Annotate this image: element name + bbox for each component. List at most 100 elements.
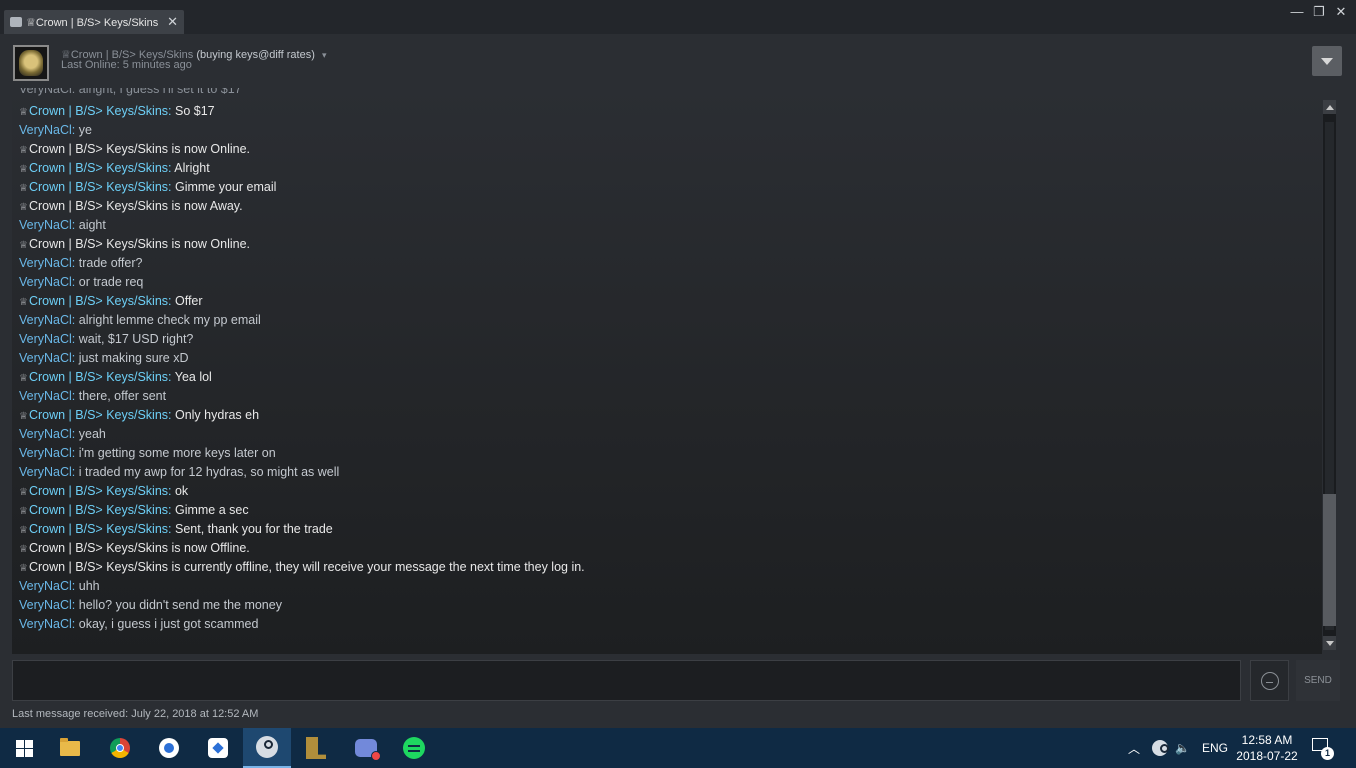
- emoticon-button[interactable]: [1250, 660, 1289, 701]
- chat-message: VeryNaCl: ye: [19, 123, 92, 138]
- message-text: ok: [174, 484, 189, 498]
- message-input[interactable]: [12, 660, 1241, 701]
- chat-message: ♕Crown | B/S> Keys/Skins: So $17: [19, 104, 215, 120]
- sender-separator: :: [168, 522, 175, 536]
- close-window-icon[interactable]: ✕: [1334, 4, 1348, 20]
- message-sender[interactable]: VeryNaCl: [19, 218, 72, 232]
- message-sender[interactable]: VeryNaCl: [19, 617, 72, 631]
- status-text: Crown | B/S> Keys/Skins is now Offline.: [28, 541, 250, 555]
- message-sender[interactable]: Crown | B/S> Keys/Skins: [29, 408, 168, 422]
- action-center-button[interactable]: 1: [1312, 738, 1334, 760]
- chat-tab-title: ♕Crown | B/S> Keys/Skins: [26, 16, 159, 29]
- message-sender[interactable]: Crown | B/S> Keys/Skins: [29, 503, 168, 517]
- crown-icon: ♕: [19, 411, 28, 422]
- sender-separator: :: [71, 275, 79, 289]
- chat-message: ♕Crown | B/S> Keys/Skins is now Away.: [19, 199, 243, 215]
- message-sender[interactable]: Crown | B/S> Keys/Skins: [29, 522, 168, 536]
- chat-message: VeryNaCl: trade offer?: [19, 256, 142, 271]
- scroll-up-button[interactable]: [1323, 100, 1336, 114]
- sender-separator: :: [71, 313, 79, 327]
- message-text: Sent, thank you for the trade: [174, 522, 333, 536]
- sender-separator: :: [71, 332, 79, 346]
- message-text: there, offer sent: [78, 389, 167, 403]
- status-text: Crown | B/S> Keys/Skins is currently off…: [28, 560, 585, 574]
- crown-icon: ♕: [19, 202, 28, 213]
- windows-taskbar: ︿ 🔈 ENG 12:58 AM 2018-07-22 1: [0, 728, 1356, 768]
- taskbar-discord[interactable]: [342, 728, 390, 768]
- tray-overflow-chevron-icon[interactable]: ︿: [1128, 728, 1140, 768]
- taskbar-app-blue-square[interactable]: [194, 728, 242, 768]
- sender-separator: :: [71, 427, 79, 441]
- system-clock[interactable]: 12:58 AM 2018-07-22: [1235, 732, 1299, 764]
- send-button[interactable]: SEND: [1296, 660, 1340, 701]
- taskbar-chrome[interactable]: [96, 728, 144, 768]
- chat-message: ♕Crown | B/S> Keys/Skins: Only hydras eh: [19, 408, 259, 424]
- message-text: alright lemme check my pp email: [78, 313, 261, 327]
- chat-message: ♕Crown | B/S> Keys/Skins: Gimme your ema…: [19, 180, 276, 196]
- crown-icon: ♕: [19, 506, 28, 517]
- crown-icon: ♕: [19, 525, 28, 536]
- sender-separator: :: [168, 370, 175, 384]
- message-sender[interactable]: VeryNaCl: [19, 351, 72, 365]
- chat-message: VeryNaCl: yeah: [19, 427, 106, 442]
- message-sender[interactable]: VeryNaCl: [19, 256, 72, 270]
- message-text: Alright: [174, 161, 210, 175]
- taskbar-league-of-legends[interactable]: [292, 728, 340, 768]
- friend-avatar[interactable]: [13, 45, 49, 81]
- chat-message: VeryNaCl: just making sure xD: [19, 351, 189, 366]
- minimize-icon[interactable]: —: [1290, 4, 1304, 20]
- windows-logo-icon: [15, 739, 33, 757]
- chat-message: VeryNaCl: alright lemme check my pp emai…: [19, 313, 261, 328]
- sender-separator: :: [71, 617, 79, 631]
- chat-message: VeryNaCl: okay, i guess i just got scamm…: [19, 617, 258, 632]
- message-sender[interactable]: Crown | B/S> Keys/Skins: [29, 161, 168, 175]
- chat-header: ♕Crown | B/S> Keys/Skins (buying keys@di…: [0, 34, 1356, 88]
- message-sender[interactable]: VeryNaCl: [19, 313, 72, 327]
- chat-message: ♕Crown | B/S> Keys/Skins: Yea lol: [19, 370, 212, 386]
- sender-separator: :: [168, 484, 175, 498]
- message-sender[interactable]: VeryNaCl: [19, 446, 72, 460]
- message-sender[interactable]: Crown | B/S> Keys/Skins: [29, 104, 168, 118]
- crown-icon: ♕: [19, 164, 28, 175]
- speaker-icon[interactable]: 🔈: [1175, 728, 1190, 768]
- sender-separator: :: [71, 351, 79, 365]
- sender-separator: :: [71, 123, 79, 137]
- friend-menu-caret-icon[interactable]: ▾: [322, 50, 327, 60]
- chat-tab[interactable]: ♕Crown | B/S> Keys/Skins ✕: [4, 10, 184, 34]
- message-sender[interactable]: VeryNaCl: [19, 275, 72, 289]
- input-language[interactable]: ENG: [1202, 728, 1228, 768]
- message-text: aight: [78, 218, 106, 232]
- tray-steam-icon[interactable]: [1152, 728, 1169, 768]
- message-sender[interactable]: VeryNaCl: [19, 332, 72, 346]
- message-text: hello? you didn't send me the money: [78, 598, 282, 612]
- message-sender[interactable]: Crown | B/S> Keys/Skins: [29, 180, 168, 194]
- chat-bubble-icon: [10, 17, 22, 27]
- message-sender[interactable]: Crown | B/S> Keys/Skins: [29, 294, 168, 308]
- message-sender[interactable]: VeryNaCl: [19, 123, 72, 137]
- taskbar-spotify[interactable]: [390, 728, 438, 768]
- taskbar-steam[interactable]: [243, 728, 291, 768]
- taskbar-app-blue-circle[interactable]: [145, 728, 193, 768]
- message-sender[interactable]: VeryNaCl: [19, 579, 72, 593]
- chrome-icon: [110, 738, 130, 758]
- chat-options-dropdown[interactable]: [1312, 46, 1342, 76]
- restore-icon[interactable]: ❐: [1312, 4, 1326, 20]
- chat-scrollbar[interactable]: [1323, 100, 1336, 650]
- message-sender[interactable]: VeryNaCl: [19, 389, 72, 403]
- taskbar-file-explorer[interactable]: [46, 728, 94, 768]
- message-text: or trade req: [78, 275, 144, 289]
- message-sender[interactable]: VeryNaCl: [19, 427, 72, 441]
- sender-separator: :: [71, 465, 79, 479]
- app-blue-circle-icon: [159, 738, 179, 758]
- message-sender[interactable]: Crown | B/S> Keys/Skins: [29, 370, 168, 384]
- scroll-down-button[interactable]: [1323, 636, 1336, 650]
- clock-date: 2018-07-22: [1236, 749, 1298, 763]
- message-sender[interactable]: VeryNaCl: [19, 598, 72, 612]
- close-tab-icon[interactable]: ✕: [167, 14, 178, 30]
- message-sender[interactable]: VeryNaCl: [19, 465, 72, 479]
- scroll-thumb[interactable]: [1323, 494, 1336, 626]
- message-sender[interactable]: Crown | B/S> Keys/Skins: [29, 484, 168, 498]
- start-button[interactable]: [0, 728, 48, 768]
- scroll-down-icon: [1325, 640, 1334, 646]
- chat-message: VeryNaCl: hello? you didn't send me the …: [19, 598, 282, 613]
